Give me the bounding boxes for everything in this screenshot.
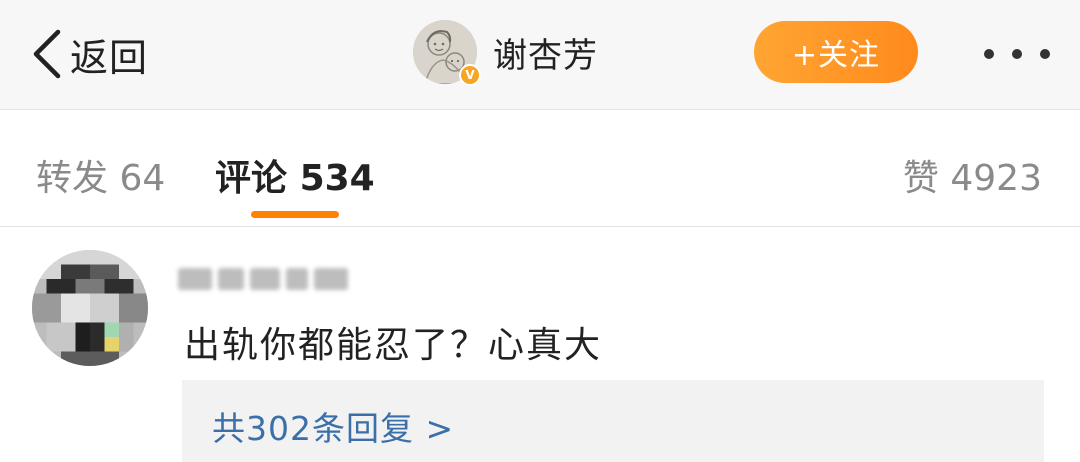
top-nav-bar: 返回 V 谢杏芳 +关注 (0, 0, 1080, 110)
comment-text: 出轨你都能忍了？心真大 (184, 325, 603, 366)
profile-header[interactable]: V 谢杏芳 (413, 20, 598, 86)
dot-icon (1012, 49, 1022, 59)
comment-item: 出轨你都能忍了？心真大 共302条回复 > (0, 228, 1080, 462)
follow-button[interactable]: +关注 (754, 21, 918, 83)
user-avatar[interactable]: V (413, 20, 481, 86)
tab-comment-count: 534 (299, 158, 375, 199)
replies-preview[interactable]: 共302条回复 > (182, 380, 1044, 462)
tab-like-count: 4923 (950, 158, 1042, 199)
tab-like[interactable]: 赞 4923 (903, 149, 1042, 201)
interaction-tabs: 转发 64 评论 534 赞 4923 (0, 111, 1080, 227)
username[interactable]: 谢杏芳 (493, 28, 598, 77)
back-label: 返回 (70, 35, 149, 80)
tab-repost-count: 64 (119, 158, 166, 199)
dot-icon (1040, 49, 1050, 59)
pixelated-avatar-image (32, 250, 148, 366)
tab-like-label: 赞 (902, 158, 939, 199)
commenter-name-blurred[interactable] (178, 262, 368, 296)
back-button[interactable]: 返回 (30, 26, 148, 82)
tab-comment[interactable]: 评论 534 (215, 149, 375, 201)
view-replies-link[interactable]: 共302条回复 > (212, 402, 454, 450)
verified-badge-icon: V (459, 64, 481, 86)
tab-repost[interactable]: 转发 64 (36, 149, 165, 201)
dot-icon (984, 49, 994, 59)
commenter-avatar[interactable] (32, 250, 148, 366)
more-options-button[interactable] (984, 44, 1050, 64)
tab-repost-label: 转发 (36, 158, 109, 199)
active-tab-indicator (251, 211, 339, 218)
tab-comment-label: 评论 (215, 158, 288, 199)
chevron-left-icon (33, 29, 61, 79)
